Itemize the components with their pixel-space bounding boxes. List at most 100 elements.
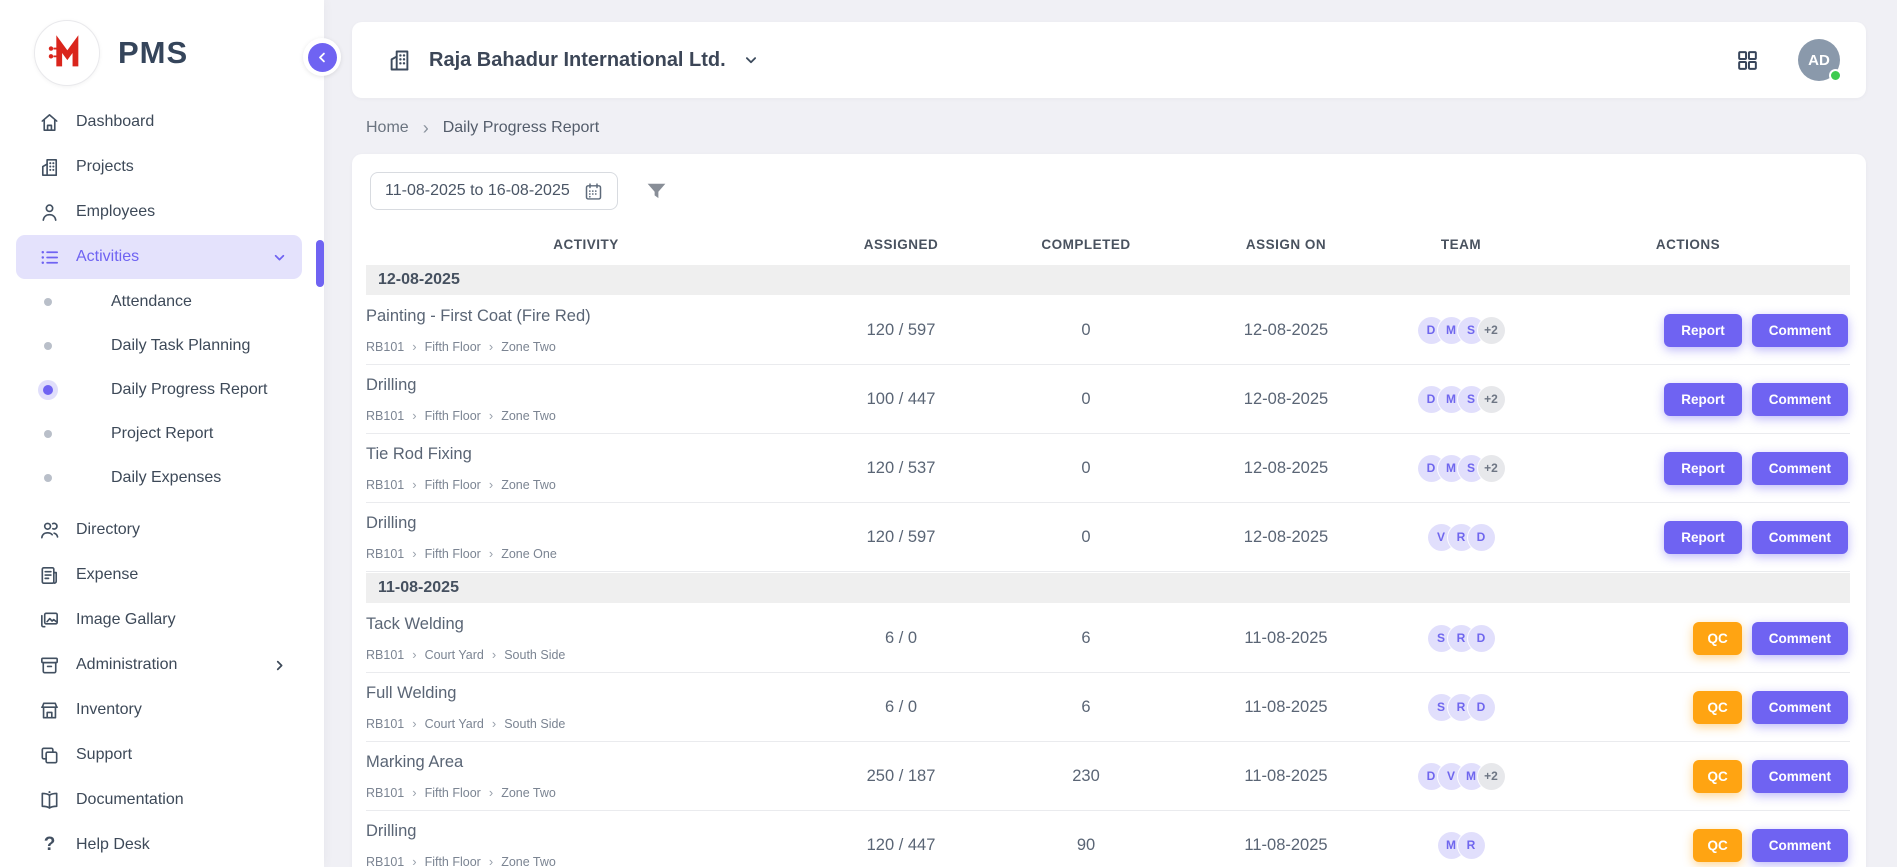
table-row: Marking Area RB101›Fifth Floor›Zone Two … bbox=[366, 742, 1850, 811]
copy-icon bbox=[38, 744, 61, 767]
image-icon bbox=[38, 609, 61, 632]
column-header-assigned: ASSIGNED bbox=[806, 237, 996, 252]
team-avatars: DMS+2 bbox=[1396, 455, 1526, 482]
sidebar-item-label: Support bbox=[76, 746, 132, 764]
activity-name: Tack Welding bbox=[366, 615, 806, 634]
sidebar-menu: Dashboard Projects Employees bbox=[0, 100, 324, 867]
sidebar-subitem-daily-expenses[interactable]: Daily Expenses bbox=[0, 456, 324, 500]
bullet-icon bbox=[44, 298, 52, 306]
assign-on-value: 12-08-2025 bbox=[1176, 528, 1396, 547]
breadcrumb-home-link[interactable]: Home bbox=[366, 119, 409, 137]
filter-icon[interactable] bbox=[644, 179, 669, 204]
person-icon bbox=[38, 201, 61, 224]
sidebar-item-label: Help Desk bbox=[76, 836, 150, 854]
comment-button[interactable]: Comment bbox=[1752, 452, 1848, 485]
activity-name: Tie Rod Fixing bbox=[366, 445, 806, 464]
completed-value: 90 bbox=[996, 836, 1176, 855]
activity-name: Painting - First Coat (Fire Red) bbox=[366, 307, 806, 326]
main-content: Raja Bahadur International Ltd. AD Home … bbox=[324, 0, 1897, 867]
sidebar-item-activities[interactable]: Activities bbox=[16, 235, 302, 279]
app-title: PMS bbox=[118, 35, 188, 71]
topbar-right: AD bbox=[1735, 39, 1840, 81]
completed-value: 0 bbox=[996, 459, 1176, 478]
comment-button[interactable]: Comment bbox=[1752, 691, 1848, 724]
table-row: Drilling RB101›Fifth Floor›Zone One 120 … bbox=[366, 503, 1850, 572]
progress-report-table: ACTIVITY ASSIGNED COMPLETED ASSIGN ON TE… bbox=[366, 224, 1850, 867]
report-button[interactable]: Report bbox=[1664, 452, 1742, 485]
sidebar-subitem-daily-progress-report[interactable]: Daily Progress Report bbox=[0, 368, 324, 412]
sidebar-item-label: Image Gallary bbox=[76, 611, 176, 629]
activity-location-path: RB101›Fifth Floor›Zone One bbox=[366, 547, 806, 561]
assign-on-value: 11-08-2025 bbox=[1176, 767, 1396, 786]
qc-button[interactable]: QC bbox=[1693, 691, 1741, 724]
comment-button[interactable]: Comment bbox=[1752, 314, 1848, 347]
completed-value: 6 bbox=[996, 629, 1176, 648]
report-button[interactable]: Report bbox=[1664, 383, 1742, 416]
qc-button[interactable]: QC bbox=[1693, 622, 1741, 655]
qc-button[interactable]: QC bbox=[1693, 829, 1741, 862]
sidebar-item-projects[interactable]: Projects bbox=[16, 145, 302, 189]
assigned-value: 120 / 447 bbox=[806, 836, 996, 855]
activity-name: Drilling bbox=[366, 514, 806, 533]
book-icon bbox=[38, 789, 61, 812]
report-button[interactable]: Report bbox=[1664, 521, 1742, 554]
sidebar-subitem-project-report[interactable]: Project Report bbox=[0, 412, 324, 456]
calendar-icon bbox=[583, 181, 604, 202]
chevron-right-icon: › bbox=[423, 120, 429, 136]
sidebar-item-label: Expense bbox=[76, 566, 138, 584]
company-selector[interactable]: Raja Bahadur International Ltd. bbox=[386, 47, 760, 74]
sidebar-item-label: Employees bbox=[76, 203, 155, 221]
sidebar-subitem-daily-task-planning[interactable]: Daily Task Planning bbox=[0, 324, 324, 368]
sidebar-item-employees[interactable]: Employees bbox=[16, 190, 302, 234]
assigned-value: 120 / 537 bbox=[806, 459, 996, 478]
sidebar-subitem-label: Attendance bbox=[111, 293, 192, 311]
company-name: Raja Bahadur International Ltd. bbox=[429, 49, 726, 72]
assigned-value: 120 / 597 bbox=[806, 528, 996, 547]
report-button[interactable]: Report bbox=[1664, 314, 1742, 347]
sidebar-item-directory[interactable]: Directory bbox=[16, 508, 302, 552]
table-row: Painting - First Coat (Fire Red) RB101›F… bbox=[366, 296, 1850, 365]
sidebar-item-documentation[interactable]: Documentation bbox=[16, 778, 302, 822]
date-range-input[interactable]: 11-08-2025 to 16-08-2025 bbox=[370, 172, 618, 210]
sidebar-item-dashboard[interactable]: Dashboard bbox=[16, 100, 302, 144]
table-header-row: ACTIVITY ASSIGNED COMPLETED ASSIGN ON TE… bbox=[366, 224, 1850, 264]
user-avatar[interactable]: AD bbox=[1798, 39, 1840, 81]
active-bullet-icon bbox=[43, 385, 53, 395]
comment-button[interactable]: Comment bbox=[1752, 760, 1848, 793]
comment-button[interactable]: Comment bbox=[1752, 829, 1848, 862]
archive-icon bbox=[38, 654, 61, 677]
sidebar-item-support[interactable]: Support bbox=[16, 733, 302, 777]
date-range-value: 11-08-2025 to 16-08-2025 bbox=[385, 182, 570, 200]
assigned-value: 6 / 0 bbox=[806, 629, 996, 648]
column-header-assign-on: ASSIGN ON bbox=[1176, 237, 1396, 252]
activity-location-path: RB101›Fifth Floor›Zone Two bbox=[366, 855, 806, 867]
comment-button[interactable]: Comment bbox=[1752, 521, 1848, 554]
chevron-down-icon bbox=[742, 51, 760, 69]
sidebar-item-inventory[interactable]: Inventory bbox=[16, 688, 302, 732]
activity-location-path: RB101›Fifth Floor›Zone Two bbox=[366, 409, 806, 423]
sidebar-item-expense[interactable]: Expense bbox=[16, 553, 302, 597]
sidebar-item-administration[interactable]: Administration bbox=[16, 643, 302, 687]
sidebar-item-label: Directory bbox=[76, 521, 140, 539]
table-row: Drilling RB101›Fifth Floor›Zone Two 120 … bbox=[366, 811, 1850, 867]
assigned-value: 250 / 187 bbox=[806, 767, 996, 786]
assign-on-value: 12-08-2025 bbox=[1176, 459, 1396, 478]
apps-grid-icon[interactable] bbox=[1735, 48, 1760, 73]
comment-button[interactable]: Comment bbox=[1752, 383, 1848, 416]
chevron-down-icon bbox=[271, 249, 288, 266]
completed-value: 6 bbox=[996, 698, 1176, 717]
avatar-initials: AD bbox=[1808, 52, 1830, 69]
store-icon bbox=[38, 699, 61, 722]
sidebar-item-help-desk[interactable]: ? Help Desk bbox=[16, 823, 302, 867]
assigned-value: 120 / 597 bbox=[806, 321, 996, 340]
activity-location-path: RB101›Fifth Floor›Zone Two bbox=[366, 478, 806, 492]
sidebar-item-image-gallary[interactable]: Image Gallary bbox=[16, 598, 302, 642]
sidebar-subitem-attendance[interactable]: Attendance bbox=[0, 280, 324, 324]
sidebar-collapse-button[interactable] bbox=[303, 38, 341, 76]
comment-button[interactable]: Comment bbox=[1752, 622, 1848, 655]
team-avatars: DMS+2 bbox=[1396, 317, 1526, 344]
qc-button[interactable]: QC bbox=[1693, 760, 1741, 793]
bullet-icon bbox=[44, 474, 52, 482]
column-header-actions: ACTIONS bbox=[1526, 237, 1850, 252]
sidebar-subitem-label: Daily Progress Report bbox=[111, 381, 268, 399]
